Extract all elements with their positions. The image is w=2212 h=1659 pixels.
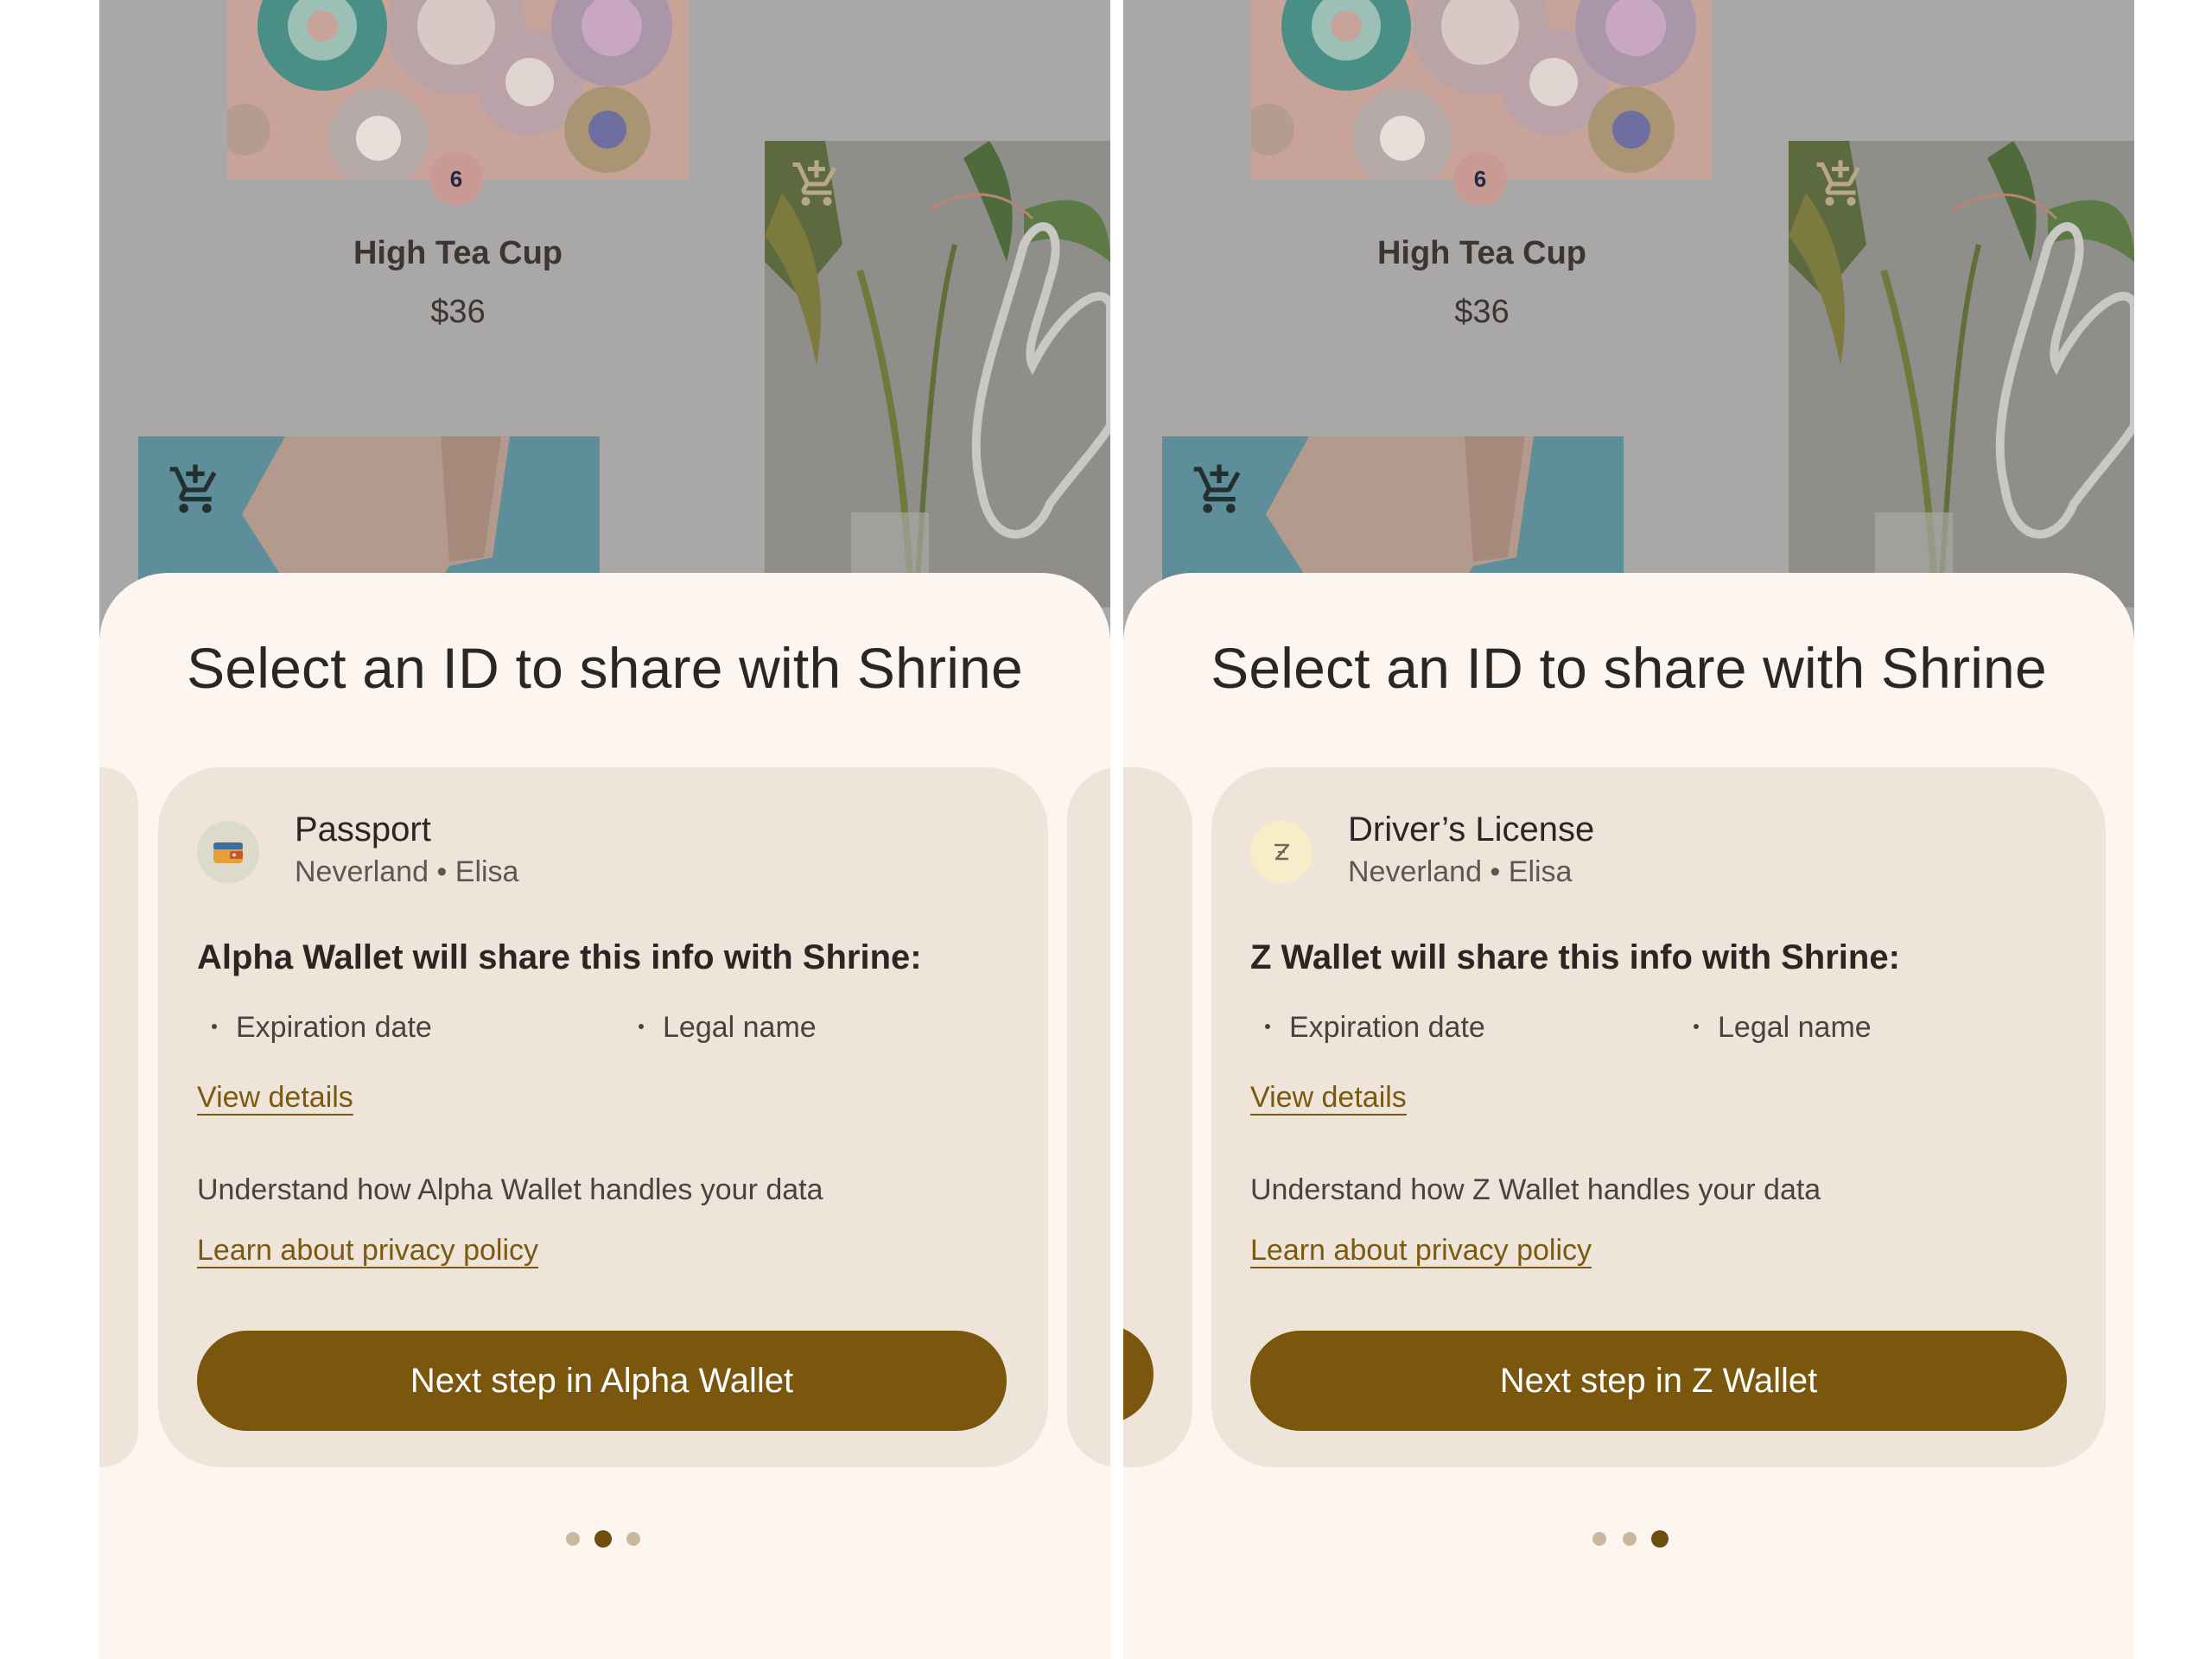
quantity-badge: 6 — [1453, 152, 1507, 206]
page-indicator — [1592, 1530, 1670, 1549]
data-handling-note: Understand how Z Wallet handles your dat… — [1250, 1173, 1821, 1206]
phone-screen-z-wallet: 6 High Tea Cup $36 Select an ID to share… — [1123, 0, 2134, 1659]
product-name: High Tea Cup — [1376, 235, 1587, 271]
product-name: High Tea Cup — [353, 235, 563, 271]
field-item: Expiration date — [212, 1011, 432, 1045]
product-image-plant[interactable] — [1789, 141, 2134, 607]
product-price: $36 — [430, 294, 486, 330]
page-dot — [626, 1532, 640, 1546]
share-info-heading: Alpha Wallet will share this info with S… — [197, 938, 922, 976]
add-to-cart-icon[interactable] — [1192, 462, 1247, 518]
id-card[interactable]: Passport Neverland • Elisa Alpha Wallet … — [158, 767, 1048, 1467]
wallet-icon — [197, 821, 259, 883]
sheet-title: Select an ID to share with Shrine — [187, 636, 1023, 700]
add-to-cart-icon[interactable] — [1815, 158, 1866, 210]
page-dot-active — [1651, 1530, 1669, 1548]
bottom-sheet: Select an ID to share with Shrine Driver… — [1123, 573, 2134, 1659]
page-dot — [566, 1532, 580, 1546]
add-to-cart-icon[interactable] — [791, 158, 842, 210]
phone-screen-alpha-wallet: 6 High Tea Cup $36 Select an ID to share… — [99, 0, 1110, 1659]
page-dot-active — [594, 1530, 612, 1548]
document-issuer-holder: Neverland • Elisa — [1348, 855, 1573, 888]
z-logo-icon — [1250, 821, 1313, 883]
next-card-peek[interactable] — [1067, 767, 1110, 1467]
previous-card-peek[interactable] — [99, 767, 138, 1467]
document-name: Driver’s License — [1348, 810, 1595, 849]
data-handling-note: Understand how Alpha Wallet handles your… — [197, 1173, 823, 1206]
bottom-sheet: Select an ID to share with Shrine Passpo… — [99, 573, 1110, 1659]
privacy-policy-link[interactable]: Learn about privacy policy — [197, 1234, 538, 1268]
product-price: $36 — [1454, 294, 1510, 330]
product-image-plant[interactable] — [765, 141, 1110, 607]
sheet-title: Select an ID to share with Shrine — [1211, 636, 2047, 700]
document-issuer-holder: Neverland • Elisa — [295, 855, 519, 888]
page-dot — [1623, 1532, 1637, 1546]
shop-background: 6 High Tea Cup $36 — [99, 0, 1110, 609]
next-step-button[interactable]: Next step in Z Wallet — [1250, 1331, 2067, 1431]
add-to-cart-icon[interactable] — [168, 462, 223, 518]
page-indicator — [566, 1530, 644, 1549]
privacy-policy-link[interactable]: Learn about privacy policy — [1250, 1234, 1592, 1268]
document-name: Passport — [295, 810, 431, 849]
id-card[interactable]: Driver’s License Neverland • Elisa Z Wal… — [1211, 767, 2106, 1467]
field-item: Expiration date — [1265, 1011, 1485, 1045]
shop-background: 6 High Tea Cup $36 — [1123, 0, 2134, 609]
page-dot — [1592, 1532, 1606, 1546]
view-details-link[interactable]: View details — [1250, 1081, 1407, 1115]
quantity-badge: 6 — [429, 152, 483, 206]
share-info-heading: Z Wallet will share this info with Shrin… — [1250, 938, 1900, 976]
field-item: Legal name — [639, 1011, 817, 1045]
field-item: Legal name — [1694, 1011, 1872, 1045]
view-details-link[interactable]: View details — [197, 1081, 353, 1115]
next-step-button[interactable]: Next step in Alpha Wallet — [197, 1331, 1007, 1431]
